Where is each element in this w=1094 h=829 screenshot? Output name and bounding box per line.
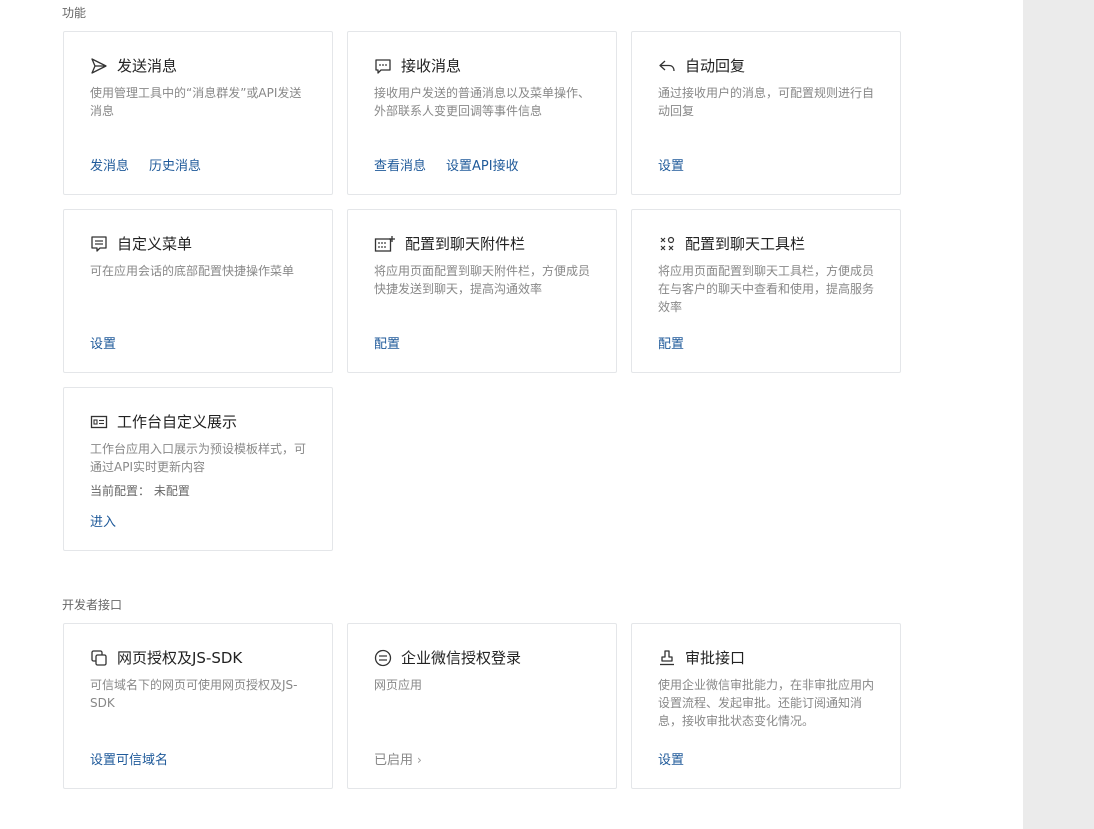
card-title: 工作台自定义展示 xyxy=(117,413,238,431)
menu-icon xyxy=(90,235,108,253)
card-chat-attachment: 配置到聊天附件栏 将应用页面配置到聊天附件栏，方便成员快捷发送到聊天，提高沟通效… xyxy=(347,209,617,373)
copy-icon xyxy=(90,649,108,667)
custom-menu-settings-link[interactable]: 设置 xyxy=(90,333,116,352)
view-messages-link[interactable]: 查看消息 xyxy=(374,155,426,174)
card-send-message: 发送消息 使用管理工具中的“消息群发”或API发送消息 发消息 历史消息 xyxy=(63,31,333,195)
attachment-bar-icon xyxy=(374,235,396,253)
auto-reply-settings-link[interactable]: 设置 xyxy=(658,155,684,174)
chevron-right-icon: › xyxy=(417,753,422,767)
card-title: 接收消息 xyxy=(401,57,462,75)
card-title: 配置到聊天附件栏 xyxy=(405,235,526,253)
card-description: 使用管理工具中的“消息群发”或API发送消息 xyxy=(90,86,302,118)
card-description: 将应用页面配置到聊天附件栏，方便成员快捷发送到聊天，提高沟通效率 xyxy=(374,264,591,296)
toolbar-icon xyxy=(658,235,676,253)
stamp-icon xyxy=(658,649,676,667)
right-sidebar xyxy=(1023,0,1094,829)
card-description: 可信域名下的网页可使用网页授权及JS-SDK xyxy=(90,678,298,710)
card-receive-message: 接收消息 接收用户发送的普通消息以及菜单操作、外部联系人变更回调等事件信息 查看… xyxy=(347,31,617,195)
card-custom-menu: 自定义菜单 可在应用会话的底部配置快捷操作菜单 设置 xyxy=(63,209,333,373)
card-description: 网页应用 xyxy=(374,678,423,692)
login-circle-icon xyxy=(374,649,392,667)
card-wecom-login: 企业微信授权登录 网页应用 已启用 › xyxy=(347,623,617,789)
configure-attachment-link[interactable]: 配置 xyxy=(374,333,400,352)
card-description: 使用企业微信审批能力，在非审批应用内设置流程、发起审批。还能订阅通知消息，接收审… xyxy=(658,678,875,728)
card-description: 将应用页面配置到聊天工具栏，方便成员在与客户的聊天中查看和使用，提高服务效率 xyxy=(658,264,875,314)
card-title: 企业微信授权登录 xyxy=(401,649,522,667)
card-auto-reply: 自动回复 通过接收用户的消息，可配置规则进行自动回复 设置 xyxy=(631,31,901,195)
card-title: 审批接口 xyxy=(685,649,746,667)
card-description: 通过接收用户的消息，可配置规则进行自动回复 xyxy=(658,86,875,118)
card-title: 发送消息 xyxy=(117,57,178,75)
card-title: 自定义菜单 xyxy=(117,235,193,253)
card-approval: 审批接口 使用企业微信审批能力，在非审批应用内设置流程、发起审批。还能订阅通知消… xyxy=(631,623,901,789)
card-description: 可在应用会话的底部配置快捷操作菜单 xyxy=(90,264,295,278)
enabled-status-link[interactable]: 已启用 › xyxy=(374,749,422,768)
section-title-developer: 开发者接口 xyxy=(62,598,123,612)
configure-toolbar-link[interactable]: 配置 xyxy=(658,333,684,352)
card-description: 工作台应用入口展示为预设模板样式，可通过API实时更新内容 xyxy=(90,442,307,474)
card-workbench: 工作台自定义展示 工作台应用入口展示为预设模板样式，可通过API实时更新内容 当… xyxy=(63,387,333,551)
send-icon xyxy=(90,57,108,75)
set-trusted-domain-link[interactable]: 设置可信域名 xyxy=(90,749,168,768)
section-title-features: 功能 xyxy=(62,6,87,20)
enter-workbench-link[interactable]: 进入 xyxy=(90,511,116,530)
card-web-auth: 网页授权及JS-SDK 可信域名下的网页可使用网页授权及JS-SDK 设置可信域… xyxy=(63,623,333,789)
chat-bubble-icon xyxy=(374,57,392,75)
enabled-label: 已启用 xyxy=(374,753,414,768)
card-chat-toolbar: 配置到聊天工具栏 将应用页面配置到聊天工具栏，方便成员在与客户的聊天中查看和使用… xyxy=(631,209,901,373)
send-message-link[interactable]: 发消息 xyxy=(90,155,129,174)
card-title: 配置到聊天工具栏 xyxy=(685,235,806,253)
card-title: 网页授权及JS-SDK xyxy=(117,649,243,667)
set-api-receive-link[interactable]: 设置API接收 xyxy=(446,155,519,174)
current-config-status: 当前配置： 未配置 xyxy=(90,484,190,498)
reply-icon xyxy=(658,57,676,75)
approval-settings-link[interactable]: 设置 xyxy=(658,749,684,768)
id-card-icon xyxy=(90,413,108,431)
card-description: 接收用户发送的普通消息以及菜单操作、外部联系人变更回调等事件信息 xyxy=(374,86,591,118)
message-history-link[interactable]: 历史消息 xyxy=(149,155,201,174)
card-title: 自动回复 xyxy=(685,57,746,75)
